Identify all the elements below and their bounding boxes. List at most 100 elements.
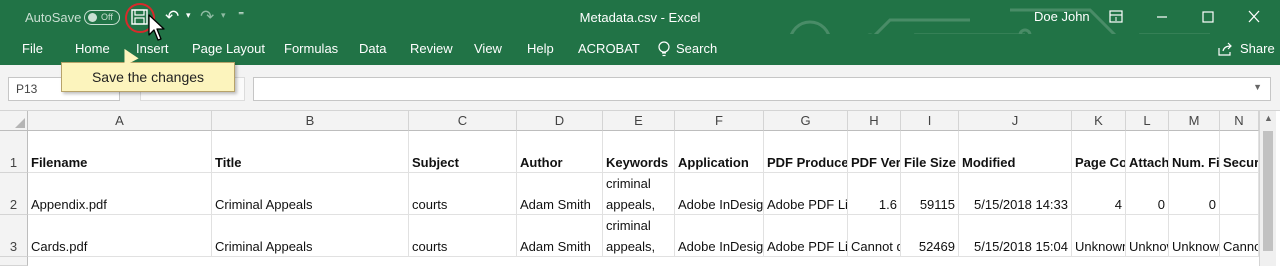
column-header-n[interactable]: N xyxy=(1220,111,1259,131)
row-header-4[interactable] xyxy=(0,257,28,266)
column-header-e[interactable]: E xyxy=(603,111,675,131)
cell-h3[interactable]: Cannot determine xyxy=(848,215,901,257)
cell-j2[interactable]: 5/15/2018 14:33 xyxy=(959,173,1072,215)
share-button[interactable]: Share xyxy=(1240,41,1275,56)
cell-n1[interactable]: Security xyxy=(1220,131,1259,173)
cell-l1[interactable]: Attachments xyxy=(1126,131,1169,173)
column-header-c[interactable]: C xyxy=(409,111,517,131)
cell-l3[interactable]: Unknown xyxy=(1126,215,1169,257)
minimize-icon[interactable] xyxy=(1150,6,1174,28)
save-icon[interactable] xyxy=(131,9,148,25)
expand-formula-bar-icon[interactable]: ▼ xyxy=(1253,82,1262,92)
cell-d3[interactable]: Adam Smith xyxy=(517,215,603,257)
customize-quick-access-icon[interactable]: ⁼ xyxy=(238,8,244,22)
cell-e3[interactable]: criminal appeals, xyxy=(603,215,675,257)
column-header-b[interactable]: B xyxy=(212,111,409,131)
cell-h2[interactable]: 1.6 xyxy=(848,173,901,215)
cell-n2[interactable] xyxy=(1220,173,1259,215)
toggle-knob xyxy=(88,13,97,22)
scrollbar-thumb[interactable] xyxy=(1263,131,1273,251)
spreadsheet-grid: A B C D E F G H I J K L M N 1 2 3 Filena… xyxy=(0,111,1280,266)
cell-n3[interactable]: Cannot xyxy=(1220,215,1259,257)
scroll-up-arrow-icon[interactable]: ▲ xyxy=(1264,113,1273,123)
cell-e1[interactable]: Keywords xyxy=(603,131,675,173)
cell-a3[interactable]: Cards.pdf xyxy=(28,215,212,257)
cell-j1[interactable]: Modified xyxy=(959,131,1072,173)
cell-h1[interactable]: PDF Version xyxy=(848,131,901,173)
cell-f2[interactable]: Adobe InDesign xyxy=(675,173,764,215)
undo-dropdown-icon[interactable]: ▾ xyxy=(186,10,191,21)
autosave-state: Off xyxy=(101,12,113,22)
row-header-1[interactable]: 1 xyxy=(0,131,28,173)
column-header-f[interactable]: F xyxy=(675,111,764,131)
cell-j3[interactable]: 5/15/2018 15:04 xyxy=(959,215,1072,257)
cell-k1[interactable]: Page Count xyxy=(1072,131,1126,173)
cell-e2[interactable]: criminal appeals, xyxy=(603,173,675,215)
mouse-pointer-icon xyxy=(148,14,165,41)
user-name[interactable]: Doe John xyxy=(1034,9,1090,24)
column-header-j[interactable]: J xyxy=(959,111,1072,131)
ribbon-display-options-icon[interactable] xyxy=(1104,6,1128,28)
tab-home[interactable]: Home xyxy=(75,41,110,56)
column-header-i[interactable]: I xyxy=(901,111,959,131)
select-all-corner[interactable] xyxy=(0,111,28,131)
cell-g1[interactable]: PDF Producer xyxy=(764,131,848,173)
column-header-k[interactable]: K xyxy=(1072,111,1126,131)
autosave-label: AutoSave xyxy=(25,9,82,25)
tab-view[interactable]: View xyxy=(474,41,502,56)
cell-k3[interactable]: Unknown xyxy=(1072,215,1126,257)
cell-l2[interactable]: 0 xyxy=(1126,173,1169,215)
cell-m3[interactable]: Unknown xyxy=(1169,215,1220,257)
cell-c1[interactable]: Subject xyxy=(409,131,517,173)
tooltip-text: Save the changes xyxy=(91,69,205,85)
cell-m2[interactable]: 0 xyxy=(1169,173,1220,215)
ribbon-tabs: File Home Insert Page Layout Formulas Da… xyxy=(0,34,1280,65)
tab-file[interactable]: File xyxy=(22,41,43,56)
share-icon[interactable] xyxy=(1217,42,1233,57)
cell-g3[interactable]: Adobe PDF Library xyxy=(764,215,848,257)
cell-d2[interactable]: Adam Smith xyxy=(517,173,603,215)
row-header-2[interactable]: 2 xyxy=(0,173,28,215)
cell-b1[interactable]: Title xyxy=(212,131,409,173)
column-header-l[interactable]: L xyxy=(1126,111,1169,131)
cell-d1[interactable]: Author xyxy=(517,131,603,173)
cell-g2[interactable]: Adobe PDF Library xyxy=(764,173,848,215)
column-header-h[interactable]: H xyxy=(848,111,901,131)
tab-acrobat[interactable]: ACROBAT xyxy=(578,41,640,56)
tab-help[interactable]: Help xyxy=(527,41,554,56)
row-header-3[interactable]: 3 xyxy=(0,215,28,257)
cell-i2[interactable]: 59115 xyxy=(901,173,959,215)
redo-icon[interactable]: ↷ xyxy=(200,7,214,27)
cell-f1[interactable]: Application xyxy=(675,131,764,173)
tab-review[interactable]: Review xyxy=(410,41,453,56)
cell-a2[interactable]: Appendix.pdf xyxy=(28,173,212,215)
tab-data[interactable]: Data xyxy=(359,41,386,56)
vertical-scrollbar[interactable]: ▲ xyxy=(1259,111,1276,266)
cell-c2[interactable]: courts xyxy=(409,173,517,215)
cell-b3[interactable]: Criminal Appeals xyxy=(212,215,409,257)
cell-c3[interactable]: courts xyxy=(409,215,517,257)
tab-page-layout[interactable]: Page Layout xyxy=(192,41,265,56)
close-icon[interactable] xyxy=(1242,6,1266,28)
autosave-toggle[interactable]: Off xyxy=(84,10,120,25)
formula-input[interactable]: ▼ xyxy=(253,77,1271,101)
window-title: Metadata.csv - Excel xyxy=(579,9,701,25)
maximize-icon[interactable] xyxy=(1196,6,1220,28)
redo-dropdown-icon[interactable]: ▾ xyxy=(221,10,226,21)
column-header-g[interactable]: G xyxy=(764,111,848,131)
cell-k2[interactable]: 4 xyxy=(1072,173,1126,215)
column-header-m[interactable]: M xyxy=(1169,111,1220,131)
tab-insert[interactable]: Insert xyxy=(136,41,169,56)
cell-f3[interactable]: Adobe InDesign xyxy=(675,215,764,257)
column-header-a[interactable]: A xyxy=(28,111,212,131)
cell-m1[interactable]: Num. Files xyxy=(1169,131,1220,173)
column-header-d[interactable]: D xyxy=(517,111,603,131)
cell-b2[interactable]: Criminal Appeals xyxy=(212,173,409,215)
cell-i1[interactable]: File Size xyxy=(901,131,959,173)
tab-formulas[interactable]: Formulas xyxy=(284,41,338,56)
search-label[interactable]: Search xyxy=(676,41,717,56)
lightbulb-icon xyxy=(658,41,670,57)
save-tooltip: Save the changes xyxy=(61,62,235,92)
cell-a1[interactable]: Filename xyxy=(28,131,212,173)
cell-i3[interactable]: 52469 xyxy=(901,215,959,257)
